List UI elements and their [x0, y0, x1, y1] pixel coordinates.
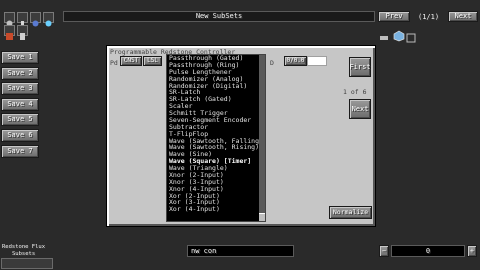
scrollbar-thumb[interactable] [259, 213, 265, 221]
value-input[interactable] [307, 56, 327, 66]
search-text: nw con [191, 247, 217, 255]
save-button-4[interactable]: Save 4 [1, 98, 39, 111]
prev-button[interactable]: Prev [378, 11, 410, 22]
subset-title: New SubSets [195, 12, 243, 20]
corner-line-2: Subsets [12, 251, 36, 257]
controller-dialog: Programmable Redstone Controller Pd CNST… [106, 45, 376, 227]
quantity-value: 0 [425, 247, 431, 255]
program-list[interactable]: Passthrough (Gated) Passthrough (Ring) Pul… [166, 54, 266, 222]
search-input[interactable]: nw con [187, 245, 294, 257]
subset-title-bar: New SubSets [63, 11, 375, 22]
save-button-2[interactable]: Save 2 [1, 67, 39, 80]
page-indicator: (1/1) [418, 13, 440, 21]
pd-label: Pd [110, 59, 118, 67]
next-button[interactable]: Next [349, 99, 371, 119]
quantity-input[interactable]: 0 [391, 245, 465, 257]
lsl-button[interactable]: LSL [143, 56, 162, 66]
grid-icon[interactable] [406, 28, 416, 47]
cube-icon[interactable] [393, 27, 405, 46]
minus-button[interactable]: − [379, 245, 389, 257]
plus-button[interactable]: + [467, 245, 477, 257]
compass-icon[interactable] [4, 12, 15, 27]
page-counter: 1 of 6 [343, 88, 367, 96]
next-page-button[interactable]: Next [448, 11, 478, 22]
clock-icon[interactable] [43, 12, 54, 27]
normalize-button[interactable]: Normalize [329, 206, 372, 219]
save-button-6[interactable]: Save 6 [1, 129, 39, 142]
items-icon[interactable] [379, 28, 389, 47]
value-box[interactable]: 0/0.0 [284, 56, 307, 66]
save-button-1[interactable]: Save 1 [1, 51, 39, 64]
moon-icon[interactable] [30, 12, 41, 27]
program-list-item[interactable]: Xor (4-Input) [167, 206, 265, 213]
book-icon[interactable] [17, 25, 28, 40]
first-button[interactable]: First [349, 57, 371, 77]
cnst-button[interactable]: CNST [120, 56, 142, 66]
hotbar-slot[interactable] [1, 258, 53, 269]
potion-icon[interactable] [17, 12, 28, 27]
d-label: D [270, 59, 274, 67]
save-button-5[interactable]: Save 5 [1, 113, 39, 126]
corner-line-1: Redstone Flux [2, 244, 46, 250]
list-scrollbar[interactable] [259, 55, 265, 221]
save-button-3[interactable]: Save 3 [1, 82, 39, 95]
save-button-7[interactable]: Save 7 [1, 145, 39, 158]
crafting-icon[interactable] [4, 25, 15, 40]
